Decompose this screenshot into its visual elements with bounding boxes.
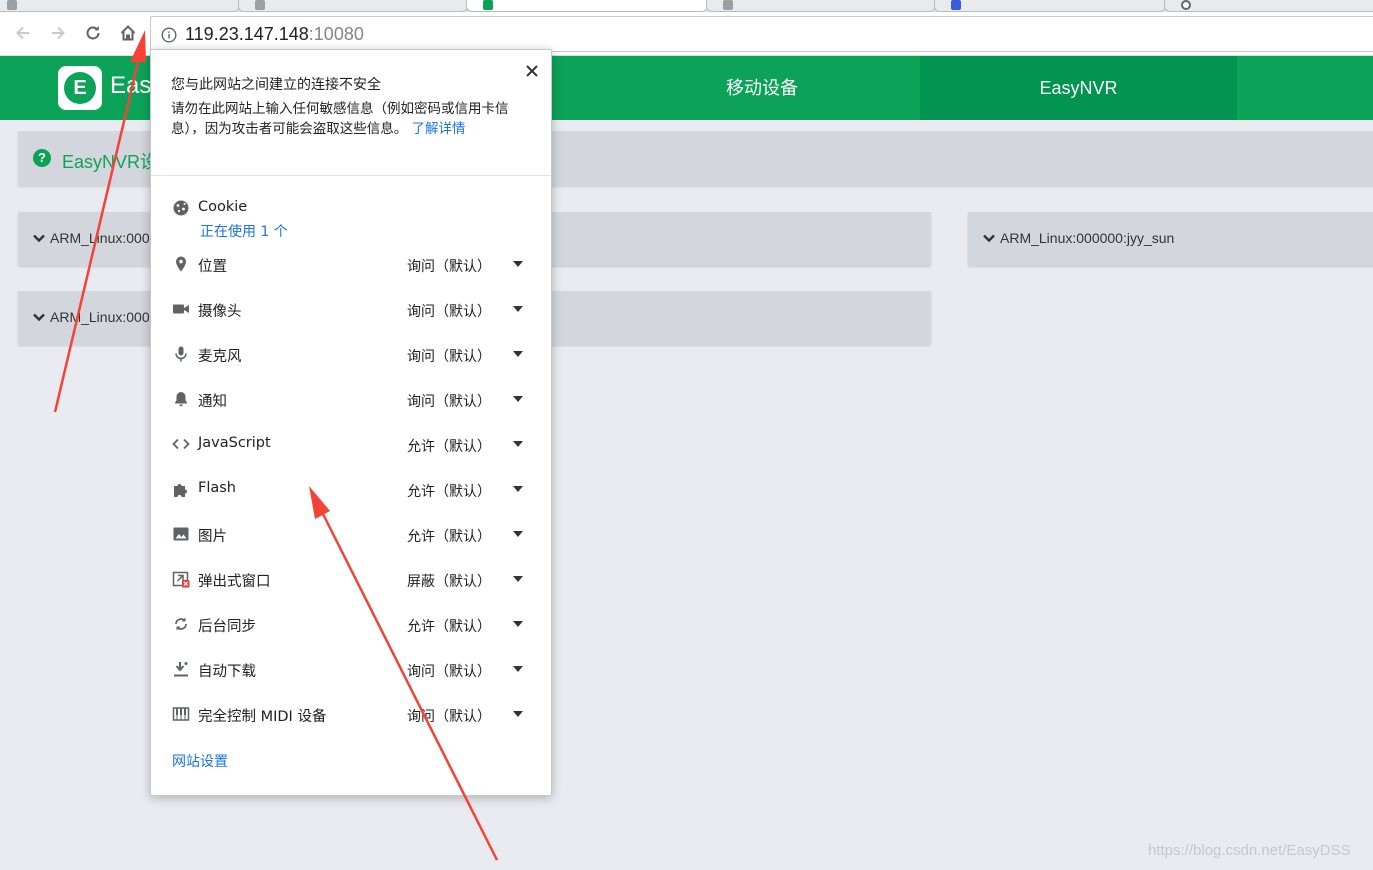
home-button[interactable] xyxy=(116,21,140,45)
dropdown-caret-icon[interactable] xyxy=(512,530,524,538)
permission-label-camera: 摄像头 xyxy=(198,304,242,320)
camera-icon xyxy=(171,299,191,319)
device-label: ARM_Linux:000 xyxy=(50,309,150,325)
permission-label-flash: Flash xyxy=(198,480,236,496)
url-text[interactable]: 119.23.147.148:10080 xyxy=(185,24,364,45)
cookie-label: Cookie xyxy=(198,199,248,215)
url-host: 119.23.147.148 xyxy=(185,24,309,44)
site-settings-link[interactable]: 网站设置 xyxy=(172,751,228,771)
close-icon[interactable] xyxy=(525,64,539,78)
device-panel[interactable]: ARM_Linux:000000:jyy_sun xyxy=(968,212,1373,266)
popup-blocked-icon xyxy=(171,569,191,589)
permission-select-popups[interactable]: 屏蔽（默认） xyxy=(407,571,491,591)
download-icon xyxy=(171,659,191,679)
nav-item-easynvr[interactable]: EasyNVR xyxy=(920,56,1237,120)
tab-favicon-icon xyxy=(7,0,17,10)
permission-select-midi[interactable]: 询问（默认） xyxy=(407,706,491,726)
back-button[interactable] xyxy=(11,21,35,45)
app-logo[interactable]: E xyxy=(58,66,102,110)
watermark: https://blog.csdn.net/EasyDSS xyxy=(1148,842,1351,859)
microphone-icon xyxy=(171,344,191,364)
permission-label-auto-download: 自动下载 xyxy=(198,664,256,680)
divider xyxy=(151,175,551,176)
browser-tab[interactable] xyxy=(934,0,1166,12)
device-label: ARM_Linux:000000:jyy_sun xyxy=(1000,230,1175,246)
tab-favicon-icon xyxy=(723,0,733,10)
cookie-icon xyxy=(171,198,191,218)
tab-favicon-icon xyxy=(951,0,961,10)
notice-text: EasyNVR设 xyxy=(62,152,159,172)
permission-select-location[interactable]: 询问（默认） xyxy=(407,256,491,276)
tab-favicon-icon xyxy=(1181,0,1191,10)
permission-select-flash[interactable]: 允许（默认） xyxy=(407,481,491,501)
browser-tab[interactable] xyxy=(238,0,468,12)
site-info-popup: 您与此网站之间建立的连接不安全 请勿在此网站上输入任何敏感信息（例如密码或信用卡… xyxy=(150,49,552,796)
forward-button[interactable] xyxy=(46,21,70,45)
piano-keys-icon xyxy=(171,704,191,724)
home-icon xyxy=(120,25,136,41)
permission-select-notifications[interactable]: 询问（默认） xyxy=(407,391,491,411)
dropdown-caret-icon[interactable] xyxy=(512,305,524,313)
permission-select-microphone[interactable]: 询问（默认） xyxy=(407,346,491,366)
cookies-in-use-link[interactable]: 正在使用 1 个 xyxy=(200,221,288,241)
permission-label-notifications: 通知 xyxy=(198,394,227,410)
location-pin-icon xyxy=(171,254,191,274)
dropdown-caret-icon[interactable] xyxy=(512,575,524,583)
dropdown-caret-icon[interactable] xyxy=(512,350,524,358)
chevron-down-icon[interactable] xyxy=(982,231,996,245)
nav-item-mobile-devices[interactable]: 移动设备 xyxy=(604,56,920,120)
browser-tab[interactable] xyxy=(1164,0,1373,12)
permission-select-javascript[interactable]: 允许（默认） xyxy=(407,436,491,456)
address-bar[interactable]: 119.23.147.148:10080 xyxy=(150,16,1373,52)
arrow-right-icon xyxy=(52,26,65,40)
browser-tab[interactable] xyxy=(706,0,936,12)
dropdown-caret-icon[interactable] xyxy=(512,395,524,403)
image-icon xyxy=(171,524,191,544)
dropdown-caret-icon[interactable] xyxy=(512,620,524,628)
permission-label-microphone: 麦克风 xyxy=(198,349,242,365)
brand-name: Eas xyxy=(110,72,152,99)
dropdown-caret-icon[interactable] xyxy=(512,440,524,448)
bell-icon xyxy=(171,389,191,409)
connection-warning-title: 您与此网站之间建立的连接不安全 xyxy=(171,77,381,93)
puzzle-piece-icon xyxy=(171,479,191,499)
chevron-down-icon[interactable] xyxy=(32,310,46,324)
reload-button[interactable] xyxy=(81,21,105,45)
tab-favicon-icon xyxy=(255,0,265,10)
browser-tab-strip xyxy=(0,0,1373,12)
dropdown-caret-icon[interactable] xyxy=(512,260,524,268)
info-icon[interactable] xyxy=(161,27,177,43)
permission-select-background-sync[interactable]: 允许（默认） xyxy=(407,616,491,636)
code-brackets-icon xyxy=(171,434,191,454)
reload-icon xyxy=(86,26,100,40)
logo-letter: E xyxy=(64,72,96,104)
permission-select-auto-download[interactable]: 询问（默认） xyxy=(407,661,491,681)
dropdown-caret-icon[interactable] xyxy=(512,710,524,718)
dropdown-caret-icon[interactable] xyxy=(512,485,524,493)
device-label: ARM_Linux:000 xyxy=(50,230,150,246)
permission-label-javascript: JavaScript xyxy=(198,435,271,451)
sync-icon xyxy=(171,614,191,634)
permission-select-images[interactable]: 允许（默认） xyxy=(407,526,491,546)
dropdown-caret-icon[interactable] xyxy=(512,665,524,673)
permission-label-background-sync: 后台同步 xyxy=(198,619,256,635)
permission-label-popups: 弹出式窗口 xyxy=(198,574,271,590)
browser-tab-active[interactable] xyxy=(466,0,708,12)
browser-tab[interactable] xyxy=(0,0,240,12)
question-circle-icon: ? xyxy=(33,149,51,167)
permission-label-images: 图片 xyxy=(198,529,227,545)
permission-label-location: 位置 xyxy=(198,259,227,275)
arrow-left-icon xyxy=(16,26,29,40)
learn-more-link[interactable]: 了解详情 xyxy=(412,121,466,137)
connection-warning-body: 请勿在此网站上输入任何敏感信息（例如密码或信用卡信息），因为攻击者可能会盗取这些… xyxy=(171,99,527,139)
permission-select-camera[interactable]: 询问（默认） xyxy=(407,301,491,321)
url-port: :10080 xyxy=(308,24,364,44)
tab-favicon-icon xyxy=(483,0,493,10)
chevron-down-icon[interactable] xyxy=(32,231,46,245)
permission-label-midi: 完全控制 MIDI 设备 xyxy=(198,709,327,725)
